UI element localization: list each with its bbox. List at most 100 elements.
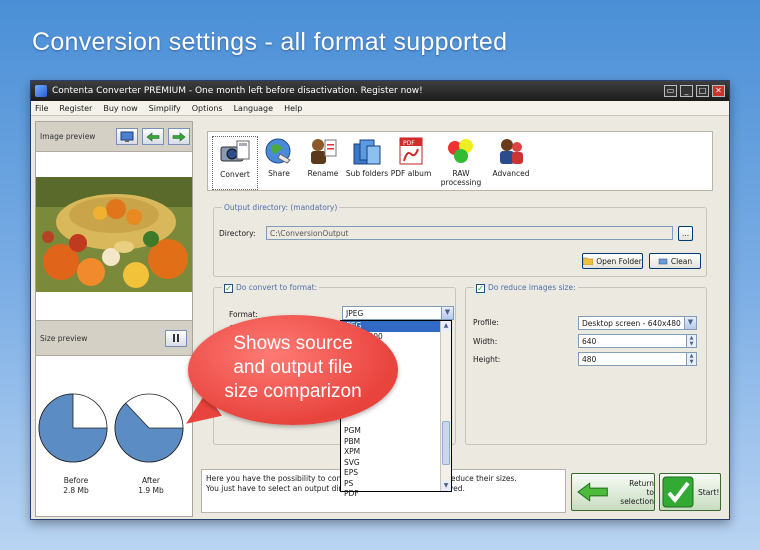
return-label: Return <box>629 478 654 488</box>
arrow-left-icon <box>146 131 160 142</box>
size-preview-label: Size preview <box>40 333 88 343</box>
toolbar-raw-label: RAW processing <box>440 169 482 187</box>
page-headline: Conversion settings - all format support… <box>32 28 508 56</box>
info-line1: Here you have the possibility to convert <box>206 474 357 483</box>
next-image-button[interactable] <box>168 128 190 145</box>
toolbar-pdf-album[interactable]: PDF PDF album <box>388 136 434 190</box>
open-folder-button[interactable]: Open Folder <box>582 253 643 269</box>
scroll-up-icon[interactable]: ▲ <box>441 321 451 331</box>
width-input[interactable]: 640 ▲ ▼ <box>578 334 697 348</box>
window-title: Contenta Converter PREMIUM - One month l… <box>52 86 423 96</box>
previous-image-button[interactable] <box>142 128 164 145</box>
info-line2: You just have to select an output direct… <box>206 484 358 493</box>
toolbar-convert[interactable]: Convert <box>212 136 258 190</box>
after-label: After <box>141 476 160 485</box>
close-icon[interactable]: ✕ <box>712 85 725 97</box>
scroll-thumb[interactable] <box>442 421 450 465</box>
reduce-group-title: ✓ Do reduce images size: <box>474 283 578 293</box>
profile-label: Profile: <box>473 318 499 327</box>
before-size: 2.8 Mb <box>63 486 89 495</box>
toolbar-advanced[interactable]: Advanced <box>488 136 534 190</box>
image-preview <box>36 177 192 292</box>
format-option[interactable] <box>341 416 451 427</box>
menu-help[interactable]: Help <box>284 104 302 113</box>
format-option-pbm[interactable]: PBM <box>341 437 451 448</box>
profile-value: Desktop screen - 640x480 <box>582 319 681 328</box>
toolbar-share-label: Share <box>268 169 290 178</box>
raw-icon <box>445 136 477 166</box>
feature-toolbar: Convert Share Rename Sub folders PDF PDF… <box>207 131 713 191</box>
format-option-eps[interactable]: EPS <box>341 468 451 479</box>
toolbar-pdf-album-label: PDF album <box>390 169 432 178</box>
app-icon <box>35 85 47 97</box>
restore-icon[interactable]: ▭ <box>664 85 677 97</box>
open-folder-label: Open Folder <box>596 256 642 266</box>
callout-bubble: Shows source and output file size compar… <box>188 315 398 425</box>
image-preview-label: Image preview <box>40 132 96 141</box>
clean-label: Clean <box>670 256 693 266</box>
menu-simplify[interactable]: Simplify <box>149 104 181 113</box>
toolbar-share[interactable]: Share <box>256 136 302 190</box>
return-label-2: to selection <box>620 487 654 506</box>
reduce-size-group: ✓ Do reduce images size: Profile: Desktop… <box>465 283 707 445</box>
menu-options[interactable]: Options <box>192 104 223 113</box>
convert-group-label: Do convert to format: <box>236 283 318 292</box>
callout-line-3: size comparizon <box>224 381 362 402</box>
toolbar-subfolders[interactable]: Sub folders <box>344 136 390 190</box>
directory-label: Directory: <box>219 229 256 238</box>
minimize-icon[interactable]: _ <box>680 85 693 97</box>
dropdown-scrollbar[interactable]: ▲ ▼ <box>440 321 451 491</box>
height-stepper[interactable]: ▲ ▼ <box>686 353 696 365</box>
width-label: Width: <box>473 337 498 346</box>
reduce-checkbox[interactable]: ✓ <box>476 283 485 293</box>
size-comparison-chart: Before 2.8 Mb After 1.9 Mb <box>36 390 192 500</box>
image-preview-header: Image preview <box>36 122 192 152</box>
return-to-selection-button[interactable]: Return to selection <box>571 473 655 511</box>
arrow-right-icon <box>172 131 186 142</box>
format-option-pgm[interactable]: PGM <box>341 426 451 437</box>
format-option-svg[interactable]: SVG <box>341 458 451 469</box>
before-pie <box>38 393 108 463</box>
preview-view-button[interactable] <box>116 128 138 145</box>
height-value: 480 <box>582 355 597 364</box>
width-value: 640 <box>582 337 597 346</box>
convert-checkbox[interactable]: ✓ <box>224 283 233 293</box>
toolbar-raw-processing[interactable]: RAW processing <box>432 136 490 190</box>
menu-language[interactable]: Language <box>234 104 273 113</box>
callout-line-2: and output file <box>233 357 353 378</box>
size-preview-header: Size preview <box>36 320 192 356</box>
menu-register[interactable]: Register <box>59 104 92 113</box>
subfolders-icon <box>351 136 383 166</box>
format-label: Format: <box>229 310 258 319</box>
before-label: Before <box>63 476 89 485</box>
output-group-title: Output directory: (mandatory) <box>222 203 340 212</box>
convert-group-title: ✓ Do convert to format: <box>222 283 320 293</box>
directory-field[interactable]: C:\ConversionOutput <box>266 226 673 240</box>
pause-button[interactable] <box>165 329 187 347</box>
toolbar-rename[interactable]: Rename <box>300 136 346 190</box>
start-button[interactable]: Start! <box>659 473 721 511</box>
toolbar-rename-label: Rename <box>307 169 339 178</box>
format-option-pdf[interactable]: PDF <box>341 489 451 500</box>
format-select[interactable]: JPEG ▼ <box>342 306 454 320</box>
menu-bar: File Register Buy now Simplify Options L… <box>31 101 729 116</box>
check-icon <box>662 476 694 508</box>
profile-select[interactable]: Desktop screen - 640x480 ▼ <box>578 316 697 330</box>
browse-button[interactable]: ... <box>678 226 693 241</box>
title-bar: Contenta Converter PREMIUM - One month l… <box>31 81 729 101</box>
maximize-icon[interactable]: □ <box>696 85 709 97</box>
reduce-group-label: Do reduce images size: <box>488 283 576 292</box>
clean-button[interactable]: Clean <box>649 253 701 269</box>
scroll-down-icon[interactable]: ▼ <box>441 481 451 491</box>
height-input[interactable]: 480 ▲ ▼ <box>578 352 697 366</box>
advanced-icon <box>495 136 527 166</box>
width-stepper[interactable]: ▲ ▼ <box>686 335 696 347</box>
svg-text:PDF: PDF <box>403 140 415 147</box>
menu-file[interactable]: File <box>35 104 48 113</box>
chevron-down-icon[interactable]: ▼ <box>441 307 453 319</box>
format-option-xpm[interactable]: XPM <box>341 447 451 458</box>
preview-pane: Image preview Size preview Before 2.8 Mb… <box>35 121 193 517</box>
chevron-down-icon[interactable]: ▼ <box>684 317 696 329</box>
format-option-ps[interactable]: PS <box>341 479 451 490</box>
menu-buy-now[interactable]: Buy now <box>103 104 137 113</box>
